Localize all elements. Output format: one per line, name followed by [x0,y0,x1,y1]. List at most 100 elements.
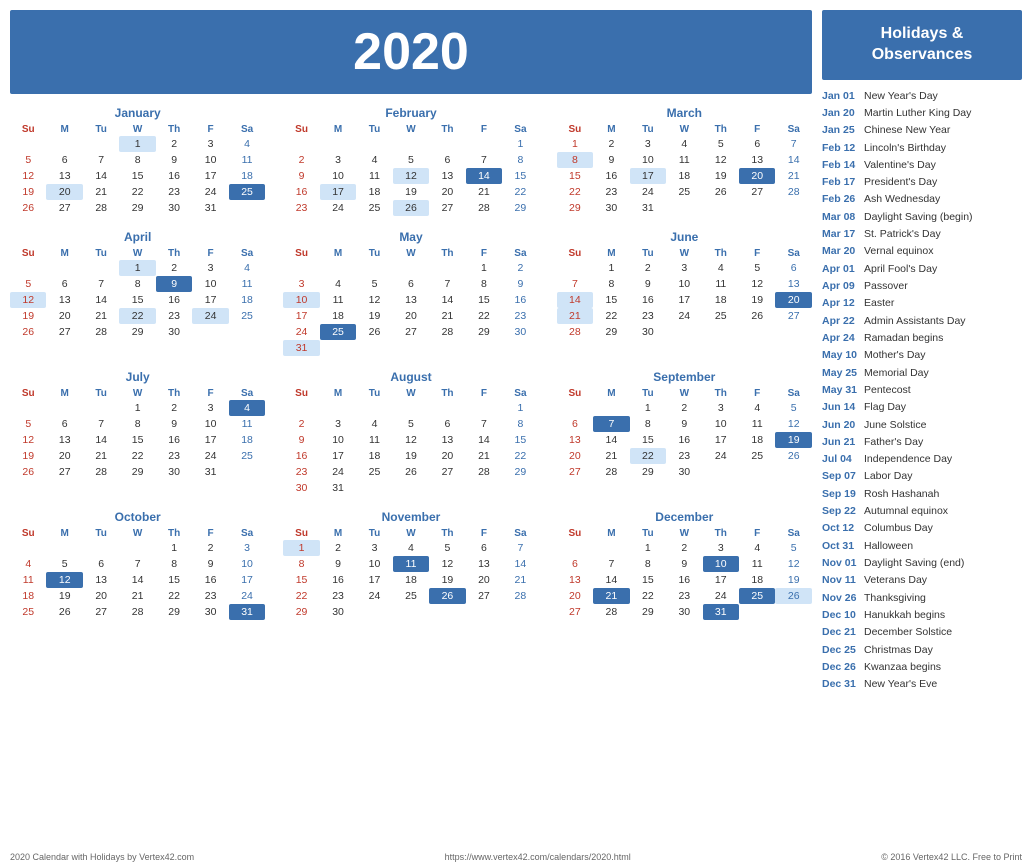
day-cell: 17 [229,572,266,588]
day-cell [229,200,266,216]
day-cell: 29 [119,200,155,216]
day-cell: 20 [775,292,812,308]
day-cell: 22 [119,308,155,324]
day-cell: 8 [119,416,155,432]
day-cell: 30 [666,464,702,480]
day-cell: 22 [119,448,155,464]
col-header-sa: Sa [775,123,812,136]
day-cell: 23 [593,184,629,200]
day-cell [83,400,119,416]
day-cell: 19 [739,292,775,308]
holiday-date: Nov 11 [822,572,860,589]
day-cell: 12 [429,556,465,572]
holiday-date: Jan 25 [822,122,860,139]
day-cell: 5 [10,152,46,168]
day-cell: 27 [429,200,465,216]
holiday-name: Ash Wednesday [864,191,940,208]
col-header-f: F [739,123,775,136]
col-header-m: M [320,247,356,260]
day-cell: 21 [119,588,155,604]
day-cell: 17 [356,572,392,588]
day-cell: 9 [283,432,319,448]
day-cell: 22 [630,448,666,464]
day-cell: 26 [429,588,465,604]
day-cell: 2 [156,400,192,416]
holiday-item: May 25Memorial Day [822,365,1022,382]
holiday-date: May 31 [822,382,860,399]
day-cell: 13 [46,292,82,308]
month-title: December [557,510,812,524]
month-title: March [557,106,812,120]
col-header-m: M [320,123,356,136]
holiday-item: Oct 12Columbus Day [822,520,1022,537]
month-june: JuneSuMTuWThFSa1234567891011121314151617… [557,230,812,356]
holiday-date: May 25 [822,365,860,382]
col-header-th: Th [703,123,739,136]
holiday-name: New Year's Eve [864,676,937,693]
holiday-name: St. Patrick's Day [864,226,941,243]
day-cell: 12 [775,556,812,572]
day-cell: 24 [356,588,392,604]
day-cell: 6 [429,152,465,168]
holiday-name: Ramadan begins [864,330,943,347]
footer-left: 2020 Calendar with Holidays by Vertex42.… [10,852,194,862]
day-cell: 17 [192,168,228,184]
day-cell: 19 [393,448,429,464]
day-cell [703,200,739,216]
day-cell: 7 [119,556,155,572]
day-cell: 15 [502,432,539,448]
holiday-item: May 31Pentecost [822,382,1022,399]
day-cell: 30 [502,324,539,340]
day-cell: 31 [630,200,666,216]
day-cell: 9 [502,276,539,292]
holiday-list: Jan 01New Year's DayJan 20Martin Luther … [822,88,1022,694]
col-header-sa: Sa [229,527,266,540]
holiday-item: Jun 14Flag Day [822,399,1022,416]
day-cell: 27 [557,604,593,620]
day-cell: 6 [83,556,119,572]
day-cell: 1 [156,540,192,556]
day-cell: 2 [630,260,666,276]
day-cell: 10 [666,276,702,292]
day-cell: 18 [229,168,266,184]
day-cell: 13 [557,432,593,448]
day-cell: 26 [46,604,82,620]
day-cell [10,540,46,556]
col-header-f: F [739,247,775,260]
day-cell: 30 [666,604,702,620]
holiday-name: President's Day [864,174,937,191]
holiday-item: Jan 01New Year's Day [822,88,1022,105]
day-cell: 9 [192,556,228,572]
day-cell: 10 [703,556,739,572]
col-header-m: M [320,527,356,540]
holiday-date: Dec 10 [822,607,860,624]
day-cell: 20 [429,448,465,464]
day-cell: 5 [775,400,812,416]
col-header-su: Su [10,247,46,260]
col-header-m: M [46,387,82,400]
day-cell: 9 [156,152,192,168]
holiday-date: Oct 12 [822,520,860,537]
holiday-date: Apr 12 [822,295,860,312]
day-cell [46,260,82,276]
day-cell: 28 [593,464,629,480]
day-cell: 26 [775,588,812,604]
day-cell: 24 [192,448,228,464]
day-cell: 25 [229,184,266,200]
col-header-f: F [466,123,502,136]
day-cell: 16 [593,168,629,184]
holiday-date: Dec 31 [822,676,860,693]
day-cell: 17 [320,448,356,464]
day-cell: 9 [593,152,629,168]
day-cell: 7 [429,276,465,292]
day-cell: 8 [119,276,155,292]
day-cell: 11 [739,416,775,432]
day-cell [83,540,119,556]
holiday-date: Apr 24 [822,330,860,347]
holiday-item: Feb 12Lincoln's Birthday [822,140,1022,157]
holiday-date: Feb 14 [822,157,860,174]
col-header-tu: Tu [83,247,119,260]
day-cell: 8 [283,556,319,572]
holiday-name: Memorial Day [864,365,929,382]
day-cell: 22 [557,184,593,200]
